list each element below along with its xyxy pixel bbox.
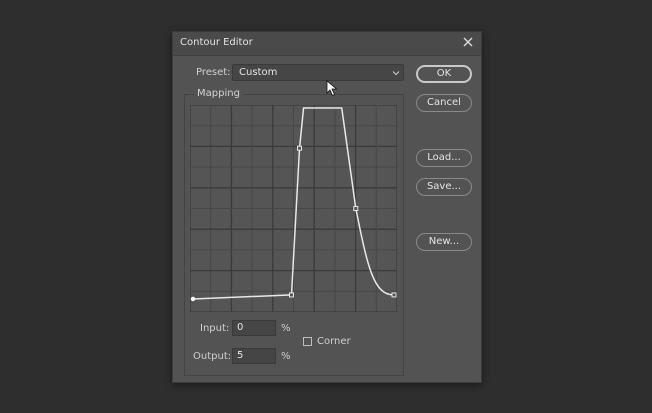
- mapping-label: Mapping: [194, 88, 243, 99]
- curve-point[interactable]: [297, 145, 303, 151]
- load-button[interactable]: Load...: [416, 149, 472, 167]
- ok-button[interactable]: OK: [416, 65, 472, 83]
- curve-point[interactable]: [190, 296, 196, 302]
- corner-label[interactable]: Corner: [317, 336, 351, 347]
- save-button[interactable]: Save...: [416, 178, 472, 196]
- curve-point[interactable]: [288, 292, 294, 298]
- preset-dropdown[interactable]: Custom: [232, 64, 404, 81]
- curve-point[interactable]: [353, 206, 359, 211]
- close-icon[interactable]: [461, 35, 475, 49]
- new-button[interactable]: New...: [416, 233, 472, 251]
- chevron-down-icon: [392, 71, 400, 76]
- output-label: Output:: [193, 351, 232, 362]
- preset-value: Custom: [239, 67, 278, 78]
- dialog-title: Contour Editor: [180, 37, 253, 48]
- curve-point[interactable]: [391, 292, 397, 298]
- preset-label: Preset:: [196, 67, 231, 78]
- input-label: Input:: [200, 323, 230, 334]
- title-bar[interactable]: Contour Editor: [173, 32, 481, 56]
- corner-checkbox[interactable]: [303, 337, 312, 346]
- cancel-button[interactable]: Cancel: [416, 94, 472, 112]
- output-field[interactable]: 5: [232, 348, 276, 364]
- output-unit: %: [281, 351, 291, 362]
- contour-graph[interactable]: [190, 105, 397, 312]
- input-unit: %: [281, 323, 291, 334]
- input-field[interactable]: 0: [232, 320, 276, 336]
- mouse-pointer-icon: [326, 80, 338, 97]
